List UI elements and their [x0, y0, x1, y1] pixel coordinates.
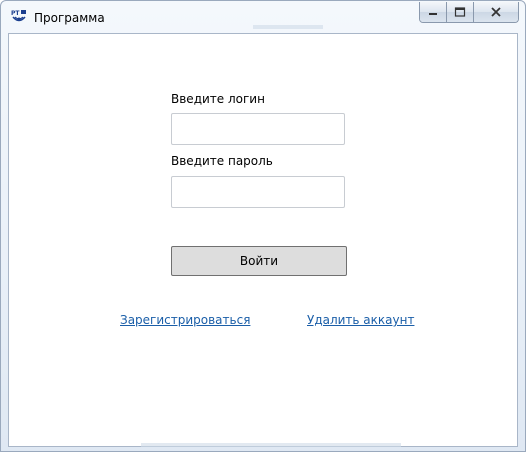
maximize-icon [454, 7, 466, 17]
password-label: Введите пароль [171, 154, 273, 168]
register-link[interactable]: Зарегистрироваться [120, 313, 250, 328]
maximize-button[interactable] [447, 2, 474, 22]
delete-account-link[interactable]: Удалить аккаунт [307, 313, 414, 328]
app-logo-icon: PT [11, 10, 26, 22]
minimize-button[interactable] [420, 2, 447, 22]
close-button[interactable] [474, 2, 518, 22]
form-area: Введите логин Введите пароль Войти Зарег… [8, 33, 518, 447]
login-input[interactable] [171, 113, 345, 145]
login-label: Введите логин [171, 92, 265, 106]
window-controls [419, 2, 519, 23]
close-icon [491, 7, 501, 17]
background-artifact [141, 443, 401, 447]
window-title: Программа [34, 11, 105, 25]
background-artifact [253, 25, 323, 29]
svg-text:PT: PT [11, 10, 20, 17]
password-input[interactable] [171, 176, 345, 208]
login-button[interactable]: Войти [171, 246, 347, 276]
app-window: PT Программа Введите логин Введите парол… [0, 0, 526, 452]
minimize-icon [429, 13, 437, 15]
